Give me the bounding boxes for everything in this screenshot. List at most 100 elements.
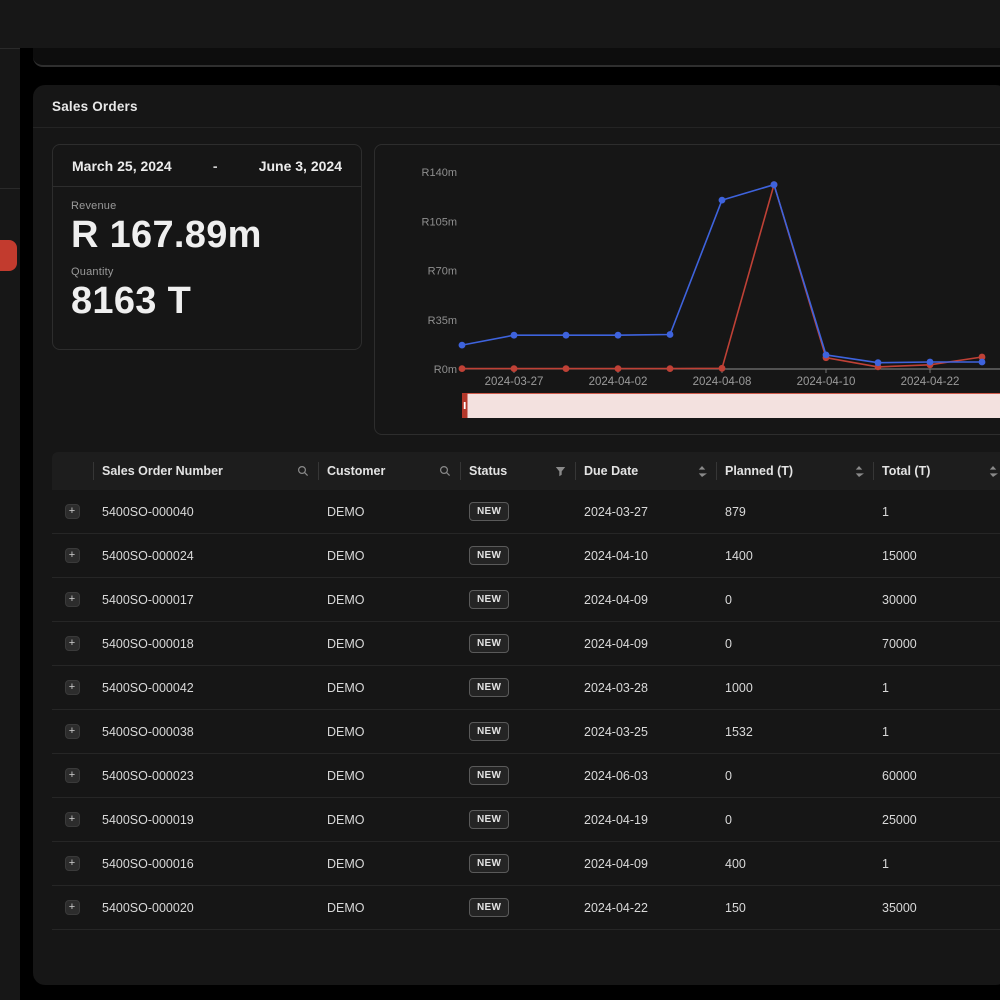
cell-total: 1 (874, 725, 1000, 739)
sales-orders-panel: Sales Orders March 25, 2024 - June 3, 20… (33, 85, 1000, 985)
expand-row-button[interactable]: + (65, 636, 80, 651)
date-range-end[interactable]: June 3, 2024 (259, 158, 342, 174)
cell-customer: DEMO (319, 813, 461, 827)
svg-text:R35m: R35m (428, 315, 457, 327)
cell-customer: DEMO (319, 725, 461, 739)
table-row[interactable]: + 5400SO-000038 DEMO NEW 2024-03-25 1532… (52, 710, 1000, 754)
sort-icon[interactable] (697, 465, 707, 478)
cell-due-date: 2024-06-03 (576, 769, 717, 783)
cell-total: 1 (874, 505, 1000, 519)
status-badge: NEW (469, 590, 509, 609)
sales-orders-table: Sales Order Number Customer Status Due D… (52, 452, 1000, 930)
table-row[interactable]: + 5400SO-000018 DEMO NEW 2024-04-09 0 70… (52, 622, 1000, 666)
status-badge: NEW (469, 854, 509, 873)
date-range-separator: - (213, 158, 218, 174)
cell-planned: 400 (717, 857, 874, 871)
expand-row-button[interactable]: + (65, 724, 80, 739)
sort-icon[interactable] (988, 465, 998, 478)
cell-planned: 879 (717, 505, 874, 519)
table-row[interactable]: + 5400SO-000019 DEMO NEW 2024-04-19 0 25… (52, 798, 1000, 842)
cell-total: 1 (874, 681, 1000, 695)
cell-total: 25000 (874, 813, 1000, 827)
cell-sales-order-number: 5400SO-000020 (94, 901, 319, 915)
cell-due-date: 2024-03-27 (576, 505, 717, 519)
revenue-chart-card: R140mR105mR70mR35mR0m2024-03-272024-04-0… (374, 144, 1000, 435)
table-row[interactable]: + 5400SO-000016 DEMO NEW 2024-04-09 400 … (52, 842, 1000, 886)
cell-sales-order-number: 5400SO-000016 (94, 857, 319, 871)
cell-due-date: 2024-04-10 (576, 549, 717, 563)
revenue-label: Revenue (71, 200, 343, 212)
table-row[interactable]: + 5400SO-000023 DEMO NEW 2024-06-03 0 60… (52, 754, 1000, 798)
date-range-picker[interactable]: March 25, 2024 - June 3, 2024 (53, 145, 361, 187)
svg-text:R0m: R0m (434, 364, 457, 376)
svg-text:2024-04-08: 2024-04-08 (693, 376, 752, 388)
range-selector-handle[interactable] (462, 393, 468, 418)
date-range-start[interactable]: March 25, 2024 (72, 158, 172, 174)
svg-text:R105m: R105m (422, 216, 457, 228)
expand-row-button[interactable]: + (65, 812, 80, 827)
cell-due-date: 2024-04-22 (576, 901, 717, 915)
top-header-bar (0, 0, 1000, 48)
column-header-status[interactable]: Status (461, 452, 576, 490)
filter-icon[interactable] (555, 466, 566, 477)
expand-row-button[interactable]: + (65, 548, 80, 563)
table-header-row: Sales Order Number Customer Status Due D… (52, 452, 1000, 490)
cell-customer: DEMO (319, 637, 461, 651)
search-icon[interactable] (439, 465, 451, 477)
column-header-total-t-[interactable]: Total (T) (874, 452, 1000, 490)
svg-text:2024-04-22: 2024-04-22 (901, 376, 960, 388)
cell-due-date: 2024-03-25 (576, 725, 717, 739)
cell-total: 35000 (874, 901, 1000, 915)
cell-customer: DEMO (319, 549, 461, 563)
expand-row-button[interactable]: + (65, 768, 80, 783)
column-header-planned-t-[interactable]: Planned (T) (717, 452, 874, 490)
status-badge: NEW (469, 546, 509, 565)
table-row[interactable]: + 5400SO-000042 DEMO NEW 2024-03-28 1000… (52, 666, 1000, 710)
sort-icon[interactable] (854, 465, 864, 478)
left-sidebar (0, 48, 20, 1000)
sidebar-active-accent[interactable] (0, 240, 17, 271)
expand-row-button[interactable]: + (65, 680, 80, 695)
cell-due-date: 2024-04-09 (576, 857, 717, 871)
cell-planned: 0 (717, 813, 874, 827)
status-badge: NEW (469, 502, 509, 521)
sidebar-divider (0, 188, 20, 189)
quantity-label: Quantity (71, 266, 343, 278)
cell-planned: 0 (717, 593, 874, 607)
cell-sales-order-number: 5400SO-000023 (94, 769, 319, 783)
svg-text:2024-03-27: 2024-03-27 (485, 376, 544, 388)
table-row[interactable]: + 5400SO-000020 DEMO NEW 2024-04-22 150 … (52, 886, 1000, 930)
column-header-sales-order-number[interactable]: Sales Order Number (94, 452, 319, 490)
cell-customer: DEMO (319, 901, 461, 915)
expand-row-button[interactable]: + (65, 900, 80, 915)
cell-total: 30000 (874, 593, 1000, 607)
cell-planned: 0 (717, 637, 874, 651)
column-header-customer[interactable]: Customer (319, 452, 461, 490)
table-row[interactable]: + 5400SO-000040 DEMO NEW 2024-03-27 879 … (52, 490, 1000, 534)
upper-card-bottom-edge (33, 48, 1000, 67)
table-row[interactable]: + 5400SO-000017 DEMO NEW 2024-04-09 0 30… (52, 578, 1000, 622)
panel-titlebar: Sales Orders (33, 85, 1000, 128)
status-badge: NEW (469, 766, 509, 785)
chart-range-selector[interactable] (462, 393, 1000, 418)
cell-total: 15000 (874, 549, 1000, 563)
quantity-value: 8163 T (71, 278, 343, 326)
cell-due-date: 2024-03-28 (576, 681, 717, 695)
cell-customer: DEMO (319, 681, 461, 695)
column-header-due-date[interactable]: Due Date (576, 452, 717, 490)
expand-row-button[interactable]: + (65, 592, 80, 607)
header-expand-spacer (52, 452, 94, 490)
cell-sales-order-number: 5400SO-000038 (94, 725, 319, 739)
expand-row-button[interactable]: + (65, 856, 80, 871)
cell-planned: 1400 (717, 549, 874, 563)
cell-total: 60000 (874, 769, 1000, 783)
cell-due-date: 2024-04-19 (576, 813, 717, 827)
expand-row-button[interactable]: + (65, 504, 80, 519)
search-icon[interactable] (297, 465, 309, 477)
cell-due-date: 2024-04-09 (576, 637, 717, 651)
cell-sales-order-number: 5400SO-000019 (94, 813, 319, 827)
cell-sales-order-number: 5400SO-000024 (94, 549, 319, 563)
table-row[interactable]: + 5400SO-000024 DEMO NEW 2024-04-10 1400… (52, 534, 1000, 578)
status-badge: NEW (469, 634, 509, 653)
cell-customer: DEMO (319, 505, 461, 519)
